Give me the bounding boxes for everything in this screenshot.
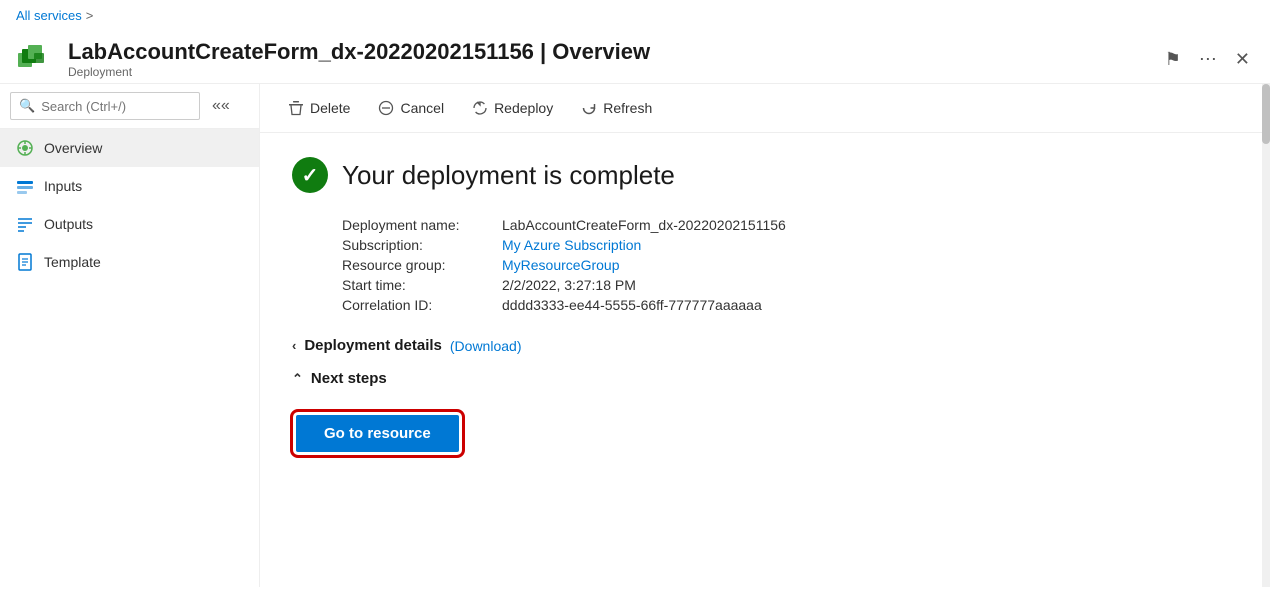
- deployment-name-value: LabAccountCreateForm_dx-20220202151156: [502, 217, 786, 233]
- download-link[interactable]: (Download): [450, 338, 522, 354]
- sidebar-item-outputs-label: Outputs: [44, 216, 93, 232]
- sidebar-item-outputs[interactable]: Outputs: [0, 205, 259, 243]
- status-check-icon: ✓: [292, 157, 328, 193]
- go-to-resource-button[interactable]: Go to resource: [296, 415, 459, 452]
- next-steps-content: Go to resource: [296, 403, 1238, 452]
- sidebar-item-inputs[interactable]: Inputs: [0, 167, 259, 205]
- sidebar: 🔍 «« Overview Inputs: [0, 84, 260, 587]
- search-icon: 🔍: [19, 98, 35, 114]
- inputs-icon: [16, 177, 34, 195]
- deployment-details-label: Deployment details: [304, 337, 442, 354]
- info-row-start-time: Start time: 2/2/2022, 3:27:18 PM: [342, 277, 1238, 293]
- deployment-details-chevron: ‹: [292, 338, 296, 353]
- status-title: Your deployment is complete: [342, 160, 675, 191]
- overview-icon: [16, 139, 34, 157]
- page-subtitle: Deployment: [68, 65, 1149, 79]
- start-time-label: Start time:: [342, 277, 502, 293]
- page-title: LabAccountCreateForm_dx-20220202151156 |…: [68, 39, 1149, 65]
- outputs-icon: [16, 215, 34, 233]
- main-layout: 🔍 «« Overview Inputs: [0, 84, 1270, 587]
- refresh-button[interactable]: Refresh: [569, 94, 664, 122]
- page-header: LabAccountCreateForm_dx-20220202151156 |…: [0, 31, 1270, 84]
- search-input[interactable]: [41, 99, 191, 114]
- status-header: ✓ Your deployment is complete: [292, 157, 1238, 193]
- info-row-subscription: Subscription: My Azure Subscription: [342, 237, 1238, 253]
- subscription-link[interactable]: My Azure Subscription: [502, 237, 641, 253]
- info-row-name: Deployment name: LabAccountCreateForm_dx…: [342, 217, 1238, 233]
- cancel-icon: [378, 100, 394, 116]
- delete-button[interactable]: Delete: [276, 94, 362, 122]
- search-bar: 🔍 ««: [0, 84, 259, 129]
- cancel-button[interactable]: Cancel: [366, 94, 456, 122]
- deployment-name-label: Deployment name:: [342, 217, 502, 233]
- delete-icon: [288, 100, 304, 116]
- scrollbar-thumb[interactable]: [1262, 84, 1270, 144]
- content-area: Delete Cancel Redeploy: [260, 84, 1270, 587]
- all-services-link[interactable]: All services: [16, 8, 82, 23]
- more-options-button[interactable]: ⋯: [1195, 45, 1221, 74]
- sidebar-item-template[interactable]: Template: [0, 243, 259, 281]
- main-content-body: ✓ Your deployment is complete Deployment…: [260, 133, 1270, 476]
- deployment-icon: [16, 39, 56, 79]
- pin-button[interactable]: ⚑: [1161, 45, 1185, 74]
- resource-group-label: Resource group:: [342, 257, 502, 273]
- info-row-resource-group: Resource group: MyResourceGroup: [342, 257, 1238, 273]
- sidebar-item-overview-label: Overview: [44, 140, 102, 156]
- refresh-icon: [581, 100, 597, 116]
- next-steps-section: ⌃ Next steps Go to resource: [292, 370, 1238, 452]
- sidebar-item-overview[interactable]: Overview: [0, 129, 259, 167]
- toolbar: Delete Cancel Redeploy: [260, 84, 1270, 133]
- correlation-value: dddd3333-ee44-5555-66ff-777777aaaaaa: [502, 297, 762, 313]
- resource-group-link[interactable]: MyResourceGroup: [502, 257, 620, 273]
- collapse-sidebar-button[interactable]: ««: [206, 95, 236, 117]
- scrollbar-track: [1262, 84, 1270, 587]
- deployment-details-section[interactable]: ‹ Deployment details (Download): [292, 337, 1238, 354]
- subscription-label: Subscription:: [342, 237, 502, 253]
- breadcrumb: All services >: [0, 0, 1270, 31]
- search-container: 🔍: [10, 92, 200, 120]
- redeploy-icon: [472, 100, 488, 116]
- breadcrumb-separator: >: [86, 8, 94, 23]
- header-actions: ⚑ ⋯ ✕: [1161, 45, 1254, 74]
- deployment-info: Deployment name: LabAccountCreateForm_dx…: [342, 217, 1238, 313]
- correlation-label: Correlation ID:: [342, 297, 502, 313]
- sidebar-item-inputs-label: Inputs: [44, 178, 82, 194]
- next-steps-chevron: ⌃: [292, 371, 303, 387]
- template-icon: [16, 253, 34, 271]
- start-time-value: 2/2/2022, 3:27:18 PM: [502, 277, 636, 293]
- sidebar-item-template-label: Template: [44, 254, 101, 270]
- close-button[interactable]: ✕: [1231, 45, 1254, 74]
- header-title-area: LabAccountCreateForm_dx-20220202151156 |…: [68, 39, 1149, 79]
- next-steps-header[interactable]: ⌃ Next steps: [292, 370, 1238, 387]
- info-row-correlation: Correlation ID: dddd3333-ee44-5555-66ff-…: [342, 297, 1238, 313]
- next-steps-label: Next steps: [311, 370, 387, 387]
- redeploy-button[interactable]: Redeploy: [460, 94, 565, 122]
